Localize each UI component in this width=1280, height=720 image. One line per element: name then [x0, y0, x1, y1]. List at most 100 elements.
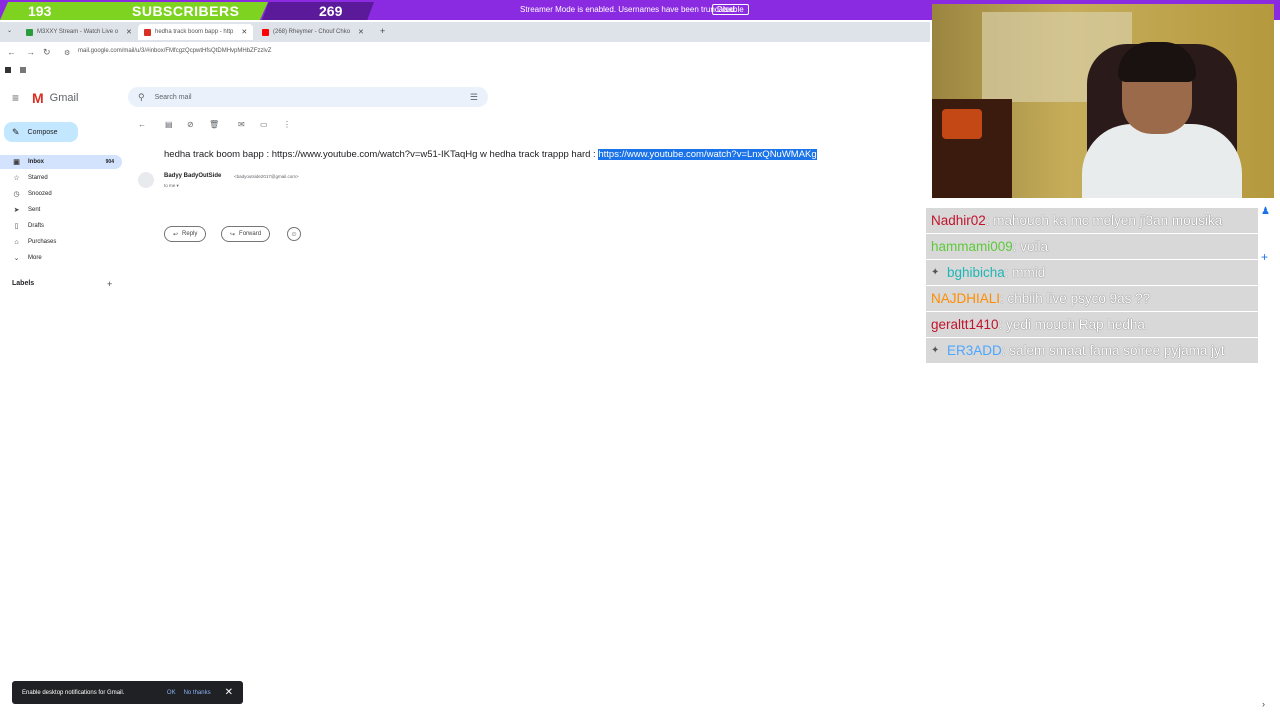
gmail-favicon-icon — [144, 28, 151, 36]
streamer-mode-message: Streamer Mode is enabled. Usernames have… — [520, 5, 737, 14]
nav-item-drafts[interactable]: ▯ Drafts — [0, 219, 122, 233]
toast-ok-button[interactable]: OK — [167, 690, 176, 696]
bookmarks-bar — [0, 64, 930, 78]
subject-text: hedha track boom bapp : https://www.yout… — [164, 149, 596, 160]
chat-username: Nadhir02 — [931, 213, 986, 228]
close-icon[interactable]: ✕ — [126, 28, 132, 36]
chat-badge-icon: ✦ — [931, 344, 940, 356]
report-spam-icon[interactable]: ⊘ — [187, 120, 194, 129]
nav-item-purchases[interactable]: ⌂ Purchases — [0, 235, 122, 249]
toast-no-thanks-button[interactable]: No thanks — [184, 690, 211, 696]
close-icon[interactable]: ✕ — [225, 687, 233, 698]
archive-icon[interactable]: ▤ — [165, 120, 173, 129]
tab-title: M3XXY Stream - Watch Live o — [37, 29, 119, 35]
apps-icon[interactable] — [20, 67, 26, 73]
sender-name[interactable]: Badyy BadyOutSide — [164, 173, 221, 179]
chat-message: hammami009 : voila — [926, 234, 1258, 259]
nav-item-more[interactable]: ⌄ More — [0, 251, 122, 265]
chat-message: Nadhir02 : mahouch ka mc melyen ji3an mo… — [926, 208, 1258, 233]
browser-tab[interactable]: (268) Rheymer - Chouf Chko ✕ — [256, 24, 370, 40]
chat-username: geraltt1410 — [931, 317, 999, 332]
nav-item-snoozed[interactable]: ◷ Snoozed — [0, 187, 122, 201]
close-icon[interactable]: ✕ — [241, 28, 247, 36]
tab-list-icon[interactable]: ⌄ — [7, 27, 12, 34]
main-menu-icon[interactable]: ≡ — [12, 91, 19, 105]
toast-message: Enable desktop notifications for Gmail. — [22, 689, 125, 696]
browser-tab-active[interactable]: hedha track boom bapp - http ✕ — [138, 24, 254, 40]
chat-message: NAJDHIALI : chbiih live psyco 9as ?? — [926, 286, 1258, 311]
address-bar[interactable]: mail.google.com/mail/u/3/#inbox/FMfcgzQc… — [78, 48, 271, 54]
chat-message: ✦ bghibicha : mmid — [926, 260, 1258, 285]
sender-email: <badyoutside2017@gmail.com> — [234, 174, 299, 179]
add-label-icon[interactable]: + — [107, 279, 112, 289]
add-addon-icon[interactable]: + — [1261, 250, 1268, 264]
chat-username: hammami009 — [931, 239, 1013, 254]
nav-label: Drafts — [28, 223, 45, 229]
delete-icon[interactable]: 🗑 — [209, 120, 219, 129]
clock-icon: ◷ — [13, 191, 20, 198]
nav-label: Inbox — [28, 159, 44, 165]
forward-button[interactable]: ↪ Forward — [221, 226, 271, 242]
reply-button[interactable]: ↩ Reply — [164, 226, 207, 242]
reply-label: Reply — [182, 231, 198, 237]
chat-text: : chbiih live psyco 9as ?? — [1000, 291, 1151, 306]
search-options-icon[interactable]: ☰ — [470, 92, 478, 103]
selected-link-text[interactable]: https://www.youtube.com/watch?v=LnxQNuWM… — [598, 149, 817, 160]
webcam-feed — [932, 4, 1274, 198]
tab-title: hedha track boom bapp - http — [155, 29, 234, 35]
chat-username: bghibicha — [947, 265, 1005, 280]
reload-icon[interactable]: ↻ — [43, 47, 51, 58]
contacts-icon[interactable]: ♟ — [1261, 206, 1270, 217]
subscriber-count: 193 — [28, 3, 52, 19]
forward-arrow-icon: ↪ — [230, 231, 236, 238]
chat-text: : salem smaat fama soiree pyjama jyt — [1001, 343, 1225, 358]
chat-text: : mmid — [1004, 265, 1046, 280]
unread-count: 904 — [105, 159, 114, 165]
back-icon[interactable]: ← — [7, 47, 16, 57]
gmail-wordmark: Gmail — [49, 92, 79, 104]
draft-icon: ▯ — [14, 223, 19, 230]
inbox-icon: ▣ — [13, 159, 20, 166]
subscriber-label: SUBSCRIBERS — [132, 3, 240, 19]
reply-icon: ↩ — [173, 231, 179, 238]
nav-label: Purchases — [28, 239, 57, 245]
emoji-reaction-button[interactable]: ☺ — [287, 227, 301, 241]
move-to-icon[interactable]: ▭ — [260, 120, 268, 129]
chat-badge-icon: ✦ — [931, 266, 940, 278]
compose-button[interactable]: ✎ Compose — [4, 122, 78, 142]
back-to-inbox-icon[interactable]: ← — [138, 120, 146, 129]
disable-streamer-mode-button[interactable]: Disable — [712, 4, 749, 15]
search-bar[interactable]: ⚲ Search mail ☰ — [128, 87, 488, 107]
nav-label: Snoozed — [28, 191, 52, 197]
emoji-icon: ☺ — [290, 230, 298, 238]
nav-item-inbox[interactable]: ▣ Inbox 904 — [0, 155, 122, 169]
chat-text: : voila — [1012, 239, 1049, 254]
stream-chat: Nadhir02 : mahouch ka mc melyen ji3an mo… — [926, 208, 1258, 364]
nav-label: More — [28, 255, 42, 261]
gmail-logo[interactable]: M Gmail — [32, 90, 78, 106]
nav-item-starred[interactable]: ☆ Starred — [0, 171, 122, 185]
chat-message: ✦ ER3ADD : salem smaat fama soiree pyjam… — [926, 338, 1258, 363]
new-tab-icon[interactable]: + — [380, 26, 385, 36]
nav-item-sent[interactable]: ➤ Sent — [0, 203, 122, 217]
chat-text: : mahouch ka mc melyen ji3an mousika — [985, 213, 1223, 228]
search-icon[interactable]: ⚲ — [138, 92, 145, 103]
browser-tab[interactable]: M3XXY Stream - Watch Live o ✕ — [20, 24, 138, 40]
gmail-m-icon: M — [32, 90, 44, 106]
youtube-favicon-icon — [262, 28, 269, 36]
search-input[interactable]: Search mail — [155, 94, 460, 101]
compose-label: Compose — [27, 128, 58, 136]
bookmark-icon[interactable] — [5, 67, 11, 73]
more-options-icon[interactable]: ⋮ — [283, 120, 291, 129]
close-icon[interactable]: ✕ — [358, 28, 364, 36]
chat-message: geraltt1410 : yedi mouch Rap hedha — [926, 312, 1258, 337]
site-info-icon[interactable]: ⚙ — [64, 49, 70, 57]
recipient-details[interactable]: to me ▾ — [164, 183, 179, 189]
expand-panel-icon[interactable]: › — [1262, 699, 1265, 709]
chat-text: : yedi mouch Rap hedha — [998, 317, 1145, 332]
forward-icon[interactable]: → — [26, 47, 35, 57]
subscriber-goal: 269 — [319, 3, 343, 19]
avatar — [138, 172, 154, 188]
subscriber-goal-bar: 193 SUBSCRIBERS 269 — [0, 0, 380, 22]
mark-unread-icon[interactable]: ✉ — [238, 120, 245, 129]
